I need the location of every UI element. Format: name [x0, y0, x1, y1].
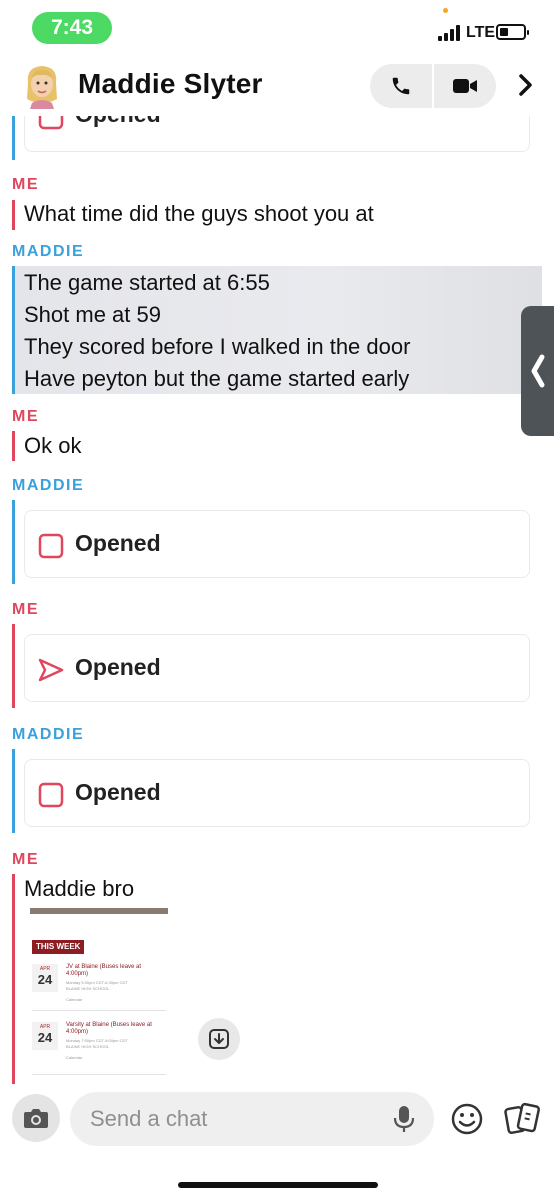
message-text[interactable]: What time did the guys shoot you at [24, 201, 374, 227]
opened-sent-arrow-icon [38, 658, 64, 682]
microphone-icon[interactable] [392, 1104, 416, 1134]
signal-strength-icon [438, 25, 462, 41]
status-bar: 7:43 LTE [0, 0, 554, 56]
chat-input[interactable] [70, 1092, 434, 1146]
event-date: APR 24 [32, 1022, 58, 1050]
sender-label-me: ME [12, 408, 39, 425]
sender-label-maddie: MADDIE [12, 477, 85, 494]
opened-snap-square-icon [38, 782, 64, 808]
message-text[interactable]: Shot me at 59 [24, 302, 161, 328]
chevron-right-icon[interactable] [510, 70, 540, 100]
sender-bar [12, 749, 15, 833]
battery-icon [496, 24, 529, 40]
sender-bar [12, 200, 15, 230]
sender-bar [12, 500, 15, 584]
call-actions [370, 64, 496, 108]
sender-bar [12, 266, 15, 394]
home-indicator [178, 1182, 378, 1188]
opened-snap-square-icon [38, 533, 64, 559]
bitmoji-avatar-icon[interactable] [22, 63, 62, 109]
sender-label-me: ME [12, 601, 39, 618]
snap-status: Opened [75, 654, 161, 680]
event-tag: Calendar [66, 1055, 83, 1060]
image-top-strip [30, 908, 168, 914]
save-download-icon [209, 1029, 229, 1049]
event-date: APR 24 [32, 964, 58, 992]
save-to-chat-button[interactable] [198, 1018, 240, 1060]
snap-card[interactable]: Opened [24, 510, 530, 578]
chat-input-bar [0, 1084, 554, 1200]
video-camera-icon [453, 79, 477, 93]
sender-bar [12, 431, 15, 461]
shared-image-preview[interactable]: THIS WEEK APR 24 JV at Blaine (Buses lea… [28, 906, 170, 1078]
preview-event: APR 24 Varsity at Blaine (Buses leave at… [32, 1022, 168, 1072]
side-drawer-handle[interactable] [521, 306, 554, 436]
divider [32, 1010, 166, 1011]
message-text[interactable]: Have peyton but the game started early [24, 366, 409, 392]
sender-bar [12, 874, 15, 1084]
snap-status: Opened [75, 530, 161, 556]
snap-card[interactable]: Opened [24, 116, 530, 152]
video-call-button[interactable] [434, 64, 496, 108]
status-time: 7:43 [32, 12, 112, 44]
sender-label-me: ME [12, 851, 39, 868]
event-school: BLAINE HIGH SCHOOL [66, 986, 110, 991]
event-tag: Calendar [66, 997, 83, 1002]
sender-label-maddie: MADDIE [12, 726, 85, 743]
event-title: Varsity at Blaine (Buses leave at 4:00pm… [66, 1022, 152, 1035]
snap-card[interactable]: Opened [24, 759, 530, 827]
snap-status: Opened [75, 779, 161, 805]
network-type: LTE [466, 24, 496, 41]
message-text[interactable]: They scored before I walked in the door [24, 334, 410, 360]
snap-status: Opened [75, 116, 161, 128]
contact-name[interactable]: Maddie Slyter [78, 68, 263, 100]
snap-card[interactable]: Opened [24, 634, 530, 702]
opened-snap-square-icon [38, 116, 64, 130]
camera-icon [24, 1109, 48, 1128]
event-school: BLAINE HIGH SCHOOL [66, 1044, 110, 1049]
preview-section-header: THIS WEEK [32, 940, 85, 954]
camera-button[interactable] [12, 1094, 60, 1142]
sender-bar [12, 624, 15, 708]
voice-call-button[interactable] [370, 64, 432, 108]
sender-label-me: ME [12, 176, 39, 193]
message-text[interactable]: The game started at 6:55 [24, 270, 270, 296]
smiley-icon[interactable] [450, 1102, 484, 1136]
chat-header: Maddie Slyter [0, 56, 554, 116]
privacy-indicator-dot [443, 8, 448, 13]
event-time: Monday 5:30pm CDT-6:30pm CDT [66, 980, 128, 985]
message-text[interactable]: Maddie bro [24, 876, 134, 902]
divider [32, 1074, 166, 1075]
sender-bar [12, 116, 15, 160]
preview-event: APR 24 JV at Blaine (Buses leave at 4:00… [32, 964, 168, 1014]
event-title: JV at Blaine (Buses leave at 4:00pm) [66, 964, 142, 977]
chevron-left-icon [531, 354, 544, 388]
phone-icon [392, 77, 410, 95]
event-time: Monday 7:00pm CDT-9:00pm CDT [66, 1038, 128, 1043]
message-text[interactable]: Ok ok [24, 433, 81, 459]
cards-icon[interactable] [503, 1100, 541, 1138]
sender-label-maddie: MADDIE [12, 243, 85, 260]
